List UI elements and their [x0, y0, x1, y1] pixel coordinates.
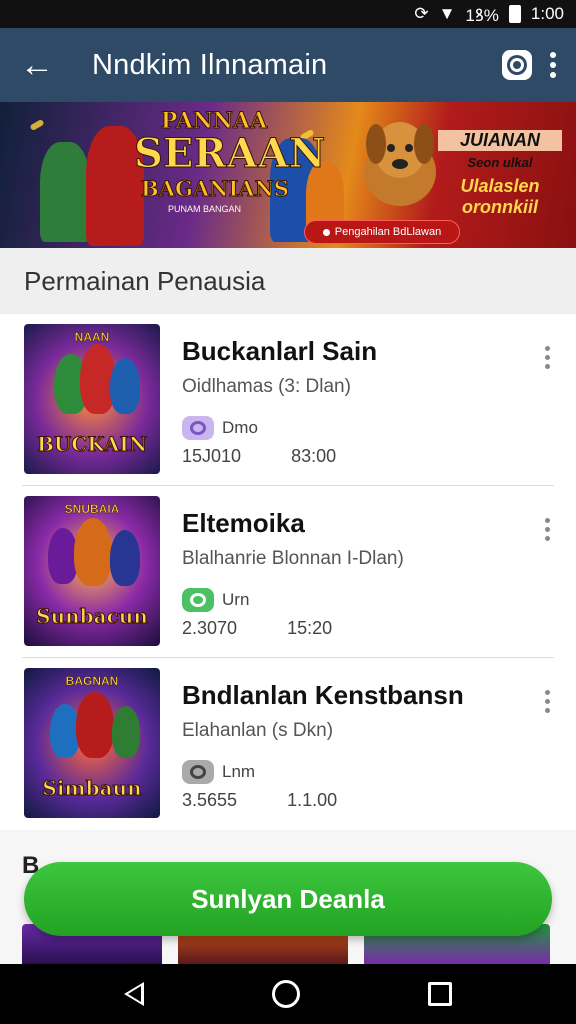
game-stats: 3.5655 1.1.00 [182, 790, 337, 811]
settings-icon[interactable] [502, 50, 532, 80]
clock: 1:00 [530, 4, 564, 23]
game-stats: 2.3070 15:20 [182, 618, 332, 639]
game-badge: Urn [182, 588, 249, 612]
game-subtitle: Blalhanrie Blonnan I-Dlan) [182, 548, 404, 569]
sync-icon: ⟳ [414, 4, 429, 23]
section-title: Permainan Penausia [0, 248, 576, 314]
item-more-icon[interactable] [545, 518, 550, 541]
nav-back-icon[interactable] [124, 982, 144, 1006]
controller-icon [182, 588, 214, 612]
game-thumbnail[interactable]: BAGNAN Simbaun [24, 668, 160, 818]
app-actions [502, 50, 576, 80]
play-time: 15:20 [287, 618, 333, 638]
battery-text: 1ꝸ% [465, 5, 499, 25]
game-name: Eltemoika [182, 508, 305, 538]
status-bar: ⟳ ▼ 1ꝸ% 1:00 [0, 0, 576, 28]
controller-icon [182, 416, 214, 440]
controller-icon [182, 760, 214, 784]
players-count: 3.5655 [182, 790, 238, 810]
battery-icon [508, 5, 521, 23]
nav-recents-icon[interactable] [428, 982, 452, 1006]
app-title: Nndkim Ilnnamain [92, 48, 328, 81]
game-list-item[interactable]: BAGNAN Simbaun Bndlanlan Kenstbansn Elah… [22, 658, 554, 830]
game-subtitle: Oidlhamas (3: Dlan) [182, 376, 351, 397]
game-badge: Dmo [182, 416, 258, 440]
item-more-icon[interactable] [545, 690, 550, 713]
play-time: 83:00 [291, 446, 337, 466]
game-list-item[interactable]: SNUBAIA Sunbacun Eltemoika Blalhanrie Bl… [22, 486, 554, 658]
overflow-menu-icon[interactable] [550, 52, 556, 78]
primary-action-button[interactable]: Sunlyan Deanla [24, 862, 552, 936]
game-thumbnail[interactable]: SNUBAIA Sunbacun [24, 496, 160, 646]
app-bar: ← Nndkim Ilnnamain [0, 28, 576, 102]
players-count: 15J010 [182, 446, 242, 466]
promo-text: JUIANAN Seon ulkal Ulalaslen oronnkiil [438, 130, 562, 218]
game-name: Bndlanlan Kenstbansn [182, 680, 464, 710]
wifi-icon: ▼ [438, 4, 456, 23]
back-arrow-icon[interactable]: ← [0, 28, 74, 102]
game-list: NAAN BUCKAIN Buckanlarl Sain Oidlhamas (… [0, 314, 576, 830]
promo-button[interactable]: Pengahilan BdLlawan [304, 220, 460, 244]
game-name: Buckanlarl Sain [182, 336, 378, 366]
item-more-icon[interactable] [545, 346, 550, 369]
nav-home-icon[interactable] [272, 980, 300, 1008]
game-subtitle: Elahanlan (s Dkn) [182, 720, 334, 741]
dog-illustration [364, 122, 436, 206]
system-nav-bar [0, 964, 576, 1024]
game-stats: 15J010 83:00 [182, 446, 336, 467]
game-thumbnail[interactable]: NAAN BUCKAIN [24, 324, 160, 474]
game-badge: Lnm [182, 760, 255, 784]
game-list-item[interactable]: NAAN BUCKAIN Buckanlarl Sain Oidlhamas (… [22, 314, 554, 486]
players-count: 2.3070 [182, 618, 238, 638]
promo-banner[interactable]: PANNAA SERAAN BAGANIANS PUNAM BANGAN JUI… [0, 102, 576, 248]
play-time: 1.1.00 [287, 790, 338, 810]
